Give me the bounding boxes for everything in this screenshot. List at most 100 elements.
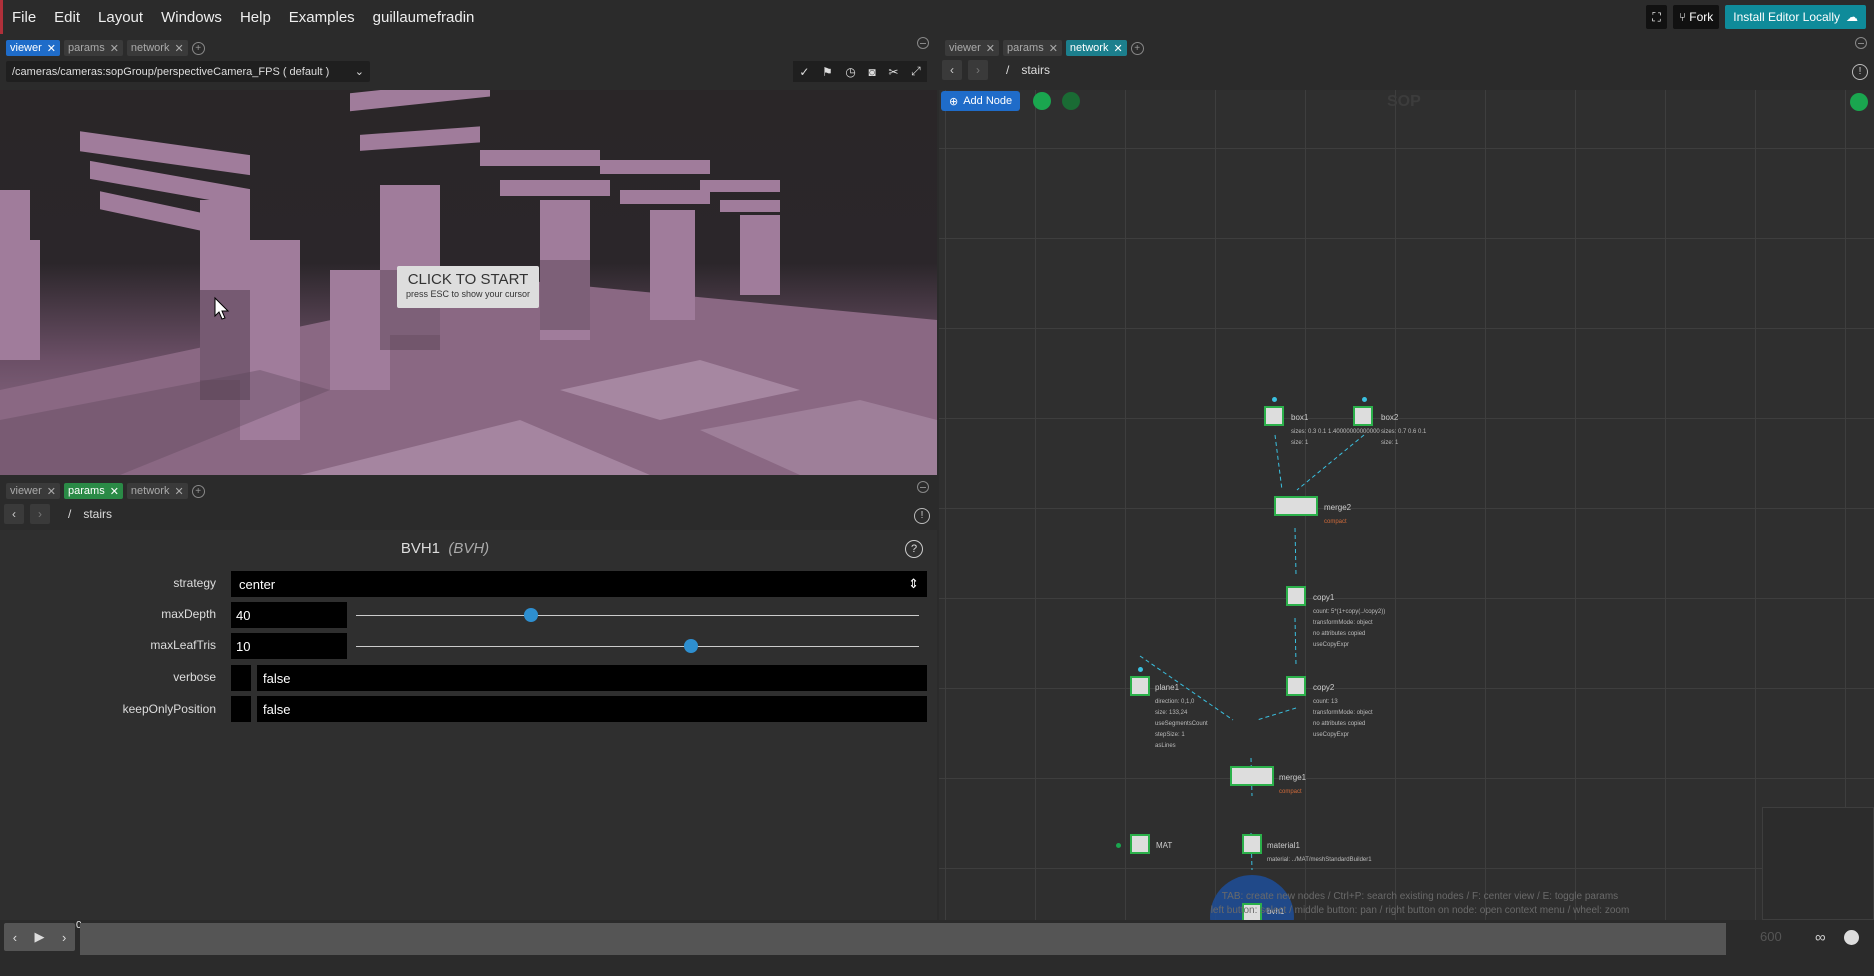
keeponlyposition-field[interactable]: false [257,696,927,722]
verbose-checkbox[interactable] [231,665,251,691]
end-frame[interactable]: 600 [1760,929,1782,944]
close-icon[interactable]: ✕ [174,42,183,55]
node-copy2[interactable] [1286,676,1306,696]
node-box2[interactable] [1353,406,1373,426]
add-tab-icon[interactable]: + [1130,41,1144,55]
menu-user[interactable]: guillaumefradin [364,9,484,26]
tab-network[interactable]: network ✕ [126,40,188,56]
clock-icon[interactable] [1844,930,1859,945]
menu-edit[interactable]: Edit [45,9,89,26]
back-icon[interactable]: ‹ [4,504,24,524]
close-icon[interactable]: ✕ [47,42,56,55]
close-icon[interactable]: ✕ [110,42,119,55]
tab-network[interactable]: network ✕ [126,483,188,499]
maxleaftris-input[interactable]: 10 [231,633,347,659]
tab-network[interactable]: network ✕ [1065,40,1127,56]
breadcrumb-stairs[interactable]: stairs [1021,63,1050,77]
add-tab-icon[interactable]: + [191,484,205,498]
close-icon[interactable]: ✕ [174,485,183,498]
next-frame-icon[interactable]: › [62,930,66,945]
menu-examples[interactable]: Examples [280,9,364,26]
node-output-dot[interactable] [1138,667,1143,672]
collapse-panel-icon[interactable] [917,481,929,493]
node-flag-icon[interactable] [1116,843,1121,848]
verbose-field[interactable]: false [257,665,927,691]
clock-icon[interactable]: ◷ [845,65,855,79]
forward-icon[interactable]: › [30,504,50,524]
fullscreen-button[interactable]: ⛶ [1646,5,1667,29]
close-icon[interactable]: ✕ [110,485,119,498]
infinite-loop-icon[interactable]: ∞ [1815,929,1826,946]
previous-frame-icon[interactable]: ‹ [13,930,17,945]
maxleaftris-slider-track[interactable] [356,646,919,647]
node-copy1[interactable] [1286,586,1306,606]
fork-icon: ⑂ [1678,10,1690,24]
close-icon[interactable]: ✕ [1113,42,1122,55]
maxdepth-slider-thumb[interactable] [523,608,538,622]
maxdepth-slider-track[interactable] [356,615,919,616]
param-label-verbose: verbose [173,670,216,684]
tab-viewer[interactable]: viewer ✕ [945,40,1000,56]
forward-icon[interactable]: › [968,60,988,80]
info-icon[interactable]: ! [1852,64,1868,80]
camera-select[interactable]: /cameras/cameras:sopGroup/perspectiveCam… [6,61,370,82]
grid-view-icon[interactable] [1062,92,1080,110]
strategy-select[interactable]: center ⇕ [231,571,927,597]
node-merge1[interactable] [1230,766,1274,786]
install-editor-button[interactable]: Install Editor Locally ☁ [1725,5,1866,29]
timeline-scrubber[interactable] [80,923,1726,955]
node-label-box2: box2 [1381,413,1399,422]
param-label-maxdepth: maxDepth [161,607,216,621]
node-merge2[interactable] [1274,496,1318,516]
back-icon[interactable]: ‹ [942,60,962,80]
expand-icon[interactable]: ⤢ [911,64,921,79]
node-info-merge1: compact [1279,789,1302,795]
close-icon[interactable]: ✕ [986,42,995,55]
menu-layout[interactable]: Layout [89,9,152,26]
node-mat[interactable] [1130,834,1150,854]
menu-file[interactable]: File [3,9,45,26]
breadcrumb-stairs[interactable]: stairs [83,507,112,521]
menu-help[interactable]: Help [231,9,280,26]
list-view-icon[interactable] [1033,92,1051,110]
tab-params[interactable]: params ✕ [1003,40,1062,56]
network-editor[interactable] [939,90,1874,920]
up-level-icon[interactable] [1850,93,1868,111]
node-plane1[interactable] [1130,676,1150,696]
network-breadcrumb: ‹ › / stairs [942,60,1050,80]
tools-icon[interactable]: ✂ [888,65,898,79]
close-icon[interactable]: ✕ [1049,42,1058,55]
collapse-panel-icon[interactable] [1855,37,1867,49]
keeponlyposition-checkbox[interactable] [231,696,251,722]
node-output-dot[interactable] [1272,397,1277,402]
fork-button[interactable]: ⑂ Fork [1672,5,1720,29]
add-node-button[interactable]: ⊕ Add Node [941,91,1021,111]
node-label-plane1: plane1 [1155,683,1180,692]
node-box1[interactable] [1264,406,1284,426]
maxdepth-input[interactable]: 40 [231,602,347,628]
menu-windows[interactable]: Windows [152,9,231,26]
node-label-box1: box1 [1291,413,1309,422]
flag-icon[interactable]: ⚑ [822,65,833,79]
camera-icon[interactable]: ◙ [869,65,876,79]
network-minimap[interactable] [1762,807,1874,920]
tab-viewer[interactable]: viewer ✕ [6,483,61,499]
tab-viewer[interactable]: viewer ✕ [6,40,61,56]
close-icon[interactable]: ✕ [47,485,56,498]
node-material1[interactable] [1242,834,1262,854]
tab-params[interactable]: params ✕ [64,40,123,56]
tab-params[interactable]: params ✕ [64,483,123,499]
info-icon[interactable]: ! [914,508,930,524]
play-icon[interactable]: ▶ [35,929,45,945]
3d-viewport[interactable]: CLICK TO START press ESC to show your cu… [0,90,937,475]
node-output-dot[interactable] [1362,397,1367,402]
click-to-start-overlay[interactable]: CLICK TO START press ESC to show your cu… [397,266,539,308]
node-label-merge2: merge2 [1324,503,1352,512]
collapse-panel-icon[interactable] [917,37,929,49]
node-label-merge1: merge1 [1279,773,1307,782]
help-icon[interactable]: ? [905,540,923,558]
add-tab-icon[interactable]: + [191,41,205,55]
maxleaftris-slider-thumb[interactable] [683,639,698,653]
cloud-download-icon: ☁ [1846,10,1858,24]
check-icon[interactable]: ✓ [799,65,809,79]
